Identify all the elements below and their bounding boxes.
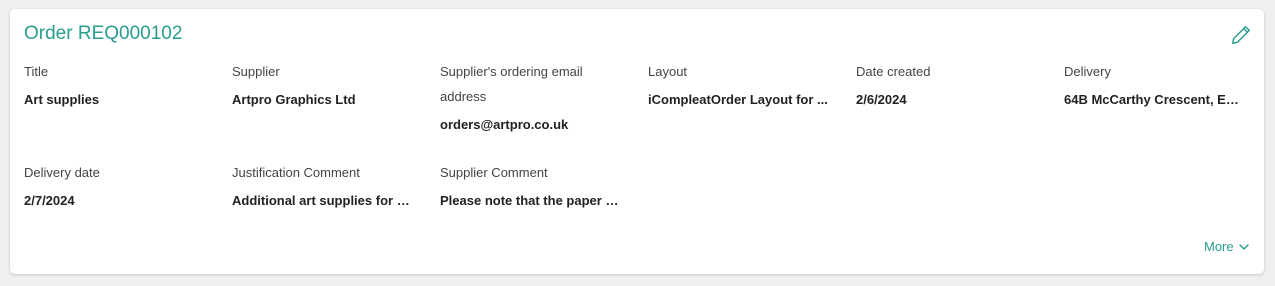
field-title: Title Art supplies <box>24 59 214 109</box>
field-value: 2/7/2024 <box>24 193 75 208</box>
field-value: orders@artpro.co.uk <box>440 117 569 132</box>
chevron-down-icon <box>1238 243 1249 250</box>
field-label: Supplier <box>232 64 280 79</box>
pencil-icon <box>1232 26 1250 44</box>
field-value: 2/6/2024 <box>856 92 907 107</box>
field-supplier-email: Supplier's ordering email address orders… <box>440 59 625 134</box>
field-label: Title <box>24 64 49 79</box>
order-title: Order REQ000102 <box>24 23 183 44</box>
field-label: Supplier Comment <box>440 165 548 180</box>
field-delivery-date: Delivery date 2/7/2024 <box>24 160 214 210</box>
order-card: Order REQ000102 Title Art supplies Suppl… <box>10 9 1264 274</box>
field-supplier: Supplier Artpro Graphics Ltd <box>232 59 422 109</box>
field-label: Layout <box>648 64 688 79</box>
field-label: Supplier's ordering email address <box>440 64 583 104</box>
field-layout: Layout iCompleatOrder Layout for ... <box>648 59 838 109</box>
field-value: Please note that the paper p... <box>440 193 622 208</box>
field-label: Delivery date <box>24 165 100 180</box>
field-value: 64B McCarthy Crescent, EB1 1... <box>1064 92 1246 107</box>
field-value: Art supplies <box>24 92 100 107</box>
field-date-created: Date created 2/6/2024 <box>856 59 1046 109</box>
more-button[interactable]: More <box>1204 239 1250 254</box>
field-label: Date created <box>856 64 931 79</box>
field-delivery: Delivery 64B McCarthy Crescent, EB1 1... <box>1064 59 1254 109</box>
field-label: Justification Comment <box>232 165 360 180</box>
field-supplier-comment: Supplier Comment Please note that the pa… <box>440 160 630 210</box>
field-label: Delivery <box>1064 64 1111 79</box>
field-value: iCompleatOrder Layout for ... <box>648 92 828 107</box>
field-value: Artpro Graphics Ltd <box>232 92 356 107</box>
more-label: More <box>1204 239 1234 254</box>
field-value: Additional art supplies for sc... <box>232 193 414 208</box>
edit-button[interactable] <box>1230 24 1252 46</box>
field-justification: Justification Comment Additional art sup… <box>232 160 422 210</box>
